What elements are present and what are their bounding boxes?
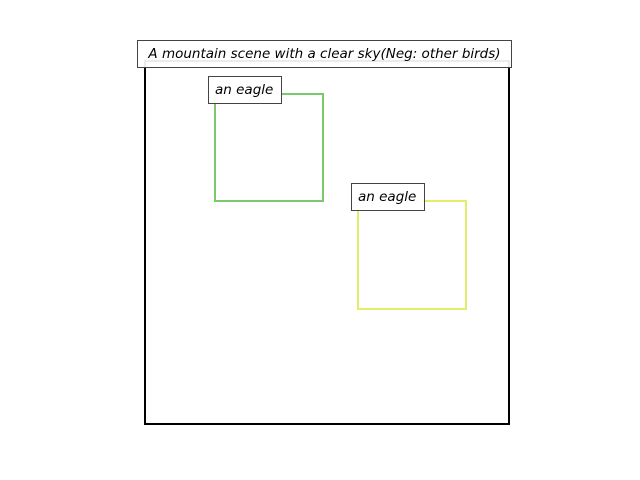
bounding-box-label-eagle-1: an eagle xyxy=(208,76,282,104)
scene-caption: A mountain scene with a clear sky(Neg: o… xyxy=(137,40,512,68)
bounding-box-eagle-2 xyxy=(357,200,467,310)
bounding-box-eagle-1 xyxy=(214,93,324,202)
bounding-box-label-eagle-2: an eagle xyxy=(351,183,425,211)
